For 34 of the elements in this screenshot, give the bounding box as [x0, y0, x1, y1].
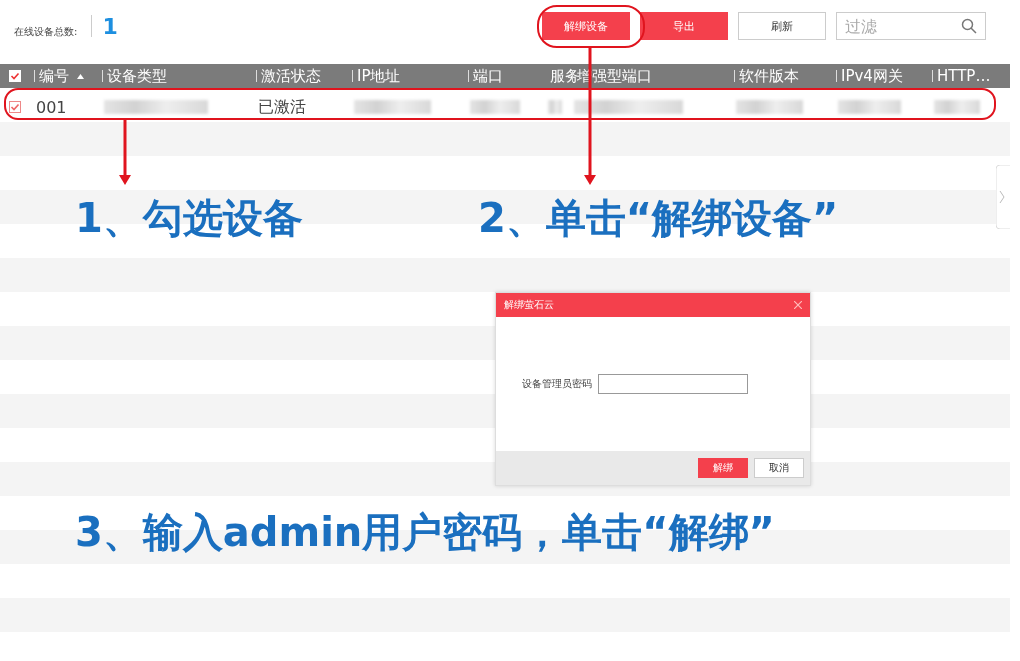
- online-count: 1: [102, 13, 118, 39]
- arrow: [118, 120, 132, 186]
- instruction-text: 3、输入admin用户密码，单击“解绑”: [75, 508, 775, 556]
- column-header[interactable]: IP地址: [357, 66, 401, 86]
- dialog-button[interactable]: 解绑: [698, 458, 748, 478]
- blurred-value: [548, 100, 562, 114]
- column-header[interactable]: 端口: [473, 66, 503, 86]
- search-icon: [961, 18, 977, 34]
- password-field[interactable]: [598, 374, 748, 394]
- toolbar-button[interactable]: 解绑设备: [542, 12, 630, 40]
- password-label: 设备管理员密码: [522, 377, 592, 391]
- table-cell: 已激活: [258, 96, 306, 118]
- instruction-text: 2、单击“解绑设备”: [478, 194, 839, 242]
- close-icon[interactable]: [794, 301, 802, 309]
- instruction-text: 1、勾选设备: [75, 194, 303, 242]
- dialog-button[interactable]: 取消: [754, 458, 804, 478]
- column-header[interactable]: IPv4网关: [841, 66, 903, 86]
- blurred-value: [838, 100, 901, 114]
- column-header[interactable]: 设备类型: [107, 66, 167, 86]
- filter-field[interactable]: 过滤: [836, 12, 986, 40]
- column-header[interactable]: 软件版本: [739, 66, 799, 86]
- toolbar-button[interactable]: 导出: [640, 12, 728, 40]
- checkbox[interactable]: [9, 101, 21, 113]
- table-cell: 001: [36, 97, 67, 117]
- online-count-label: 在线设备总数:: [14, 25, 78, 39]
- toolbar-button[interactable]: 刷新: [738, 12, 826, 40]
- column-header[interactable]: 激活状态: [261, 66, 321, 86]
- blurred-value: [934, 100, 981, 114]
- blurred-value: [470, 100, 521, 114]
- column-header[interactable]: HTTP…: [937, 67, 991, 85]
- dialog-title: 解绑萤石云: [504, 298, 554, 312]
- blurred-value: [736, 100, 804, 114]
- column-header[interactable]: 编号: [39, 66, 84, 86]
- sort-icon[interactable]: [77, 73, 84, 79]
